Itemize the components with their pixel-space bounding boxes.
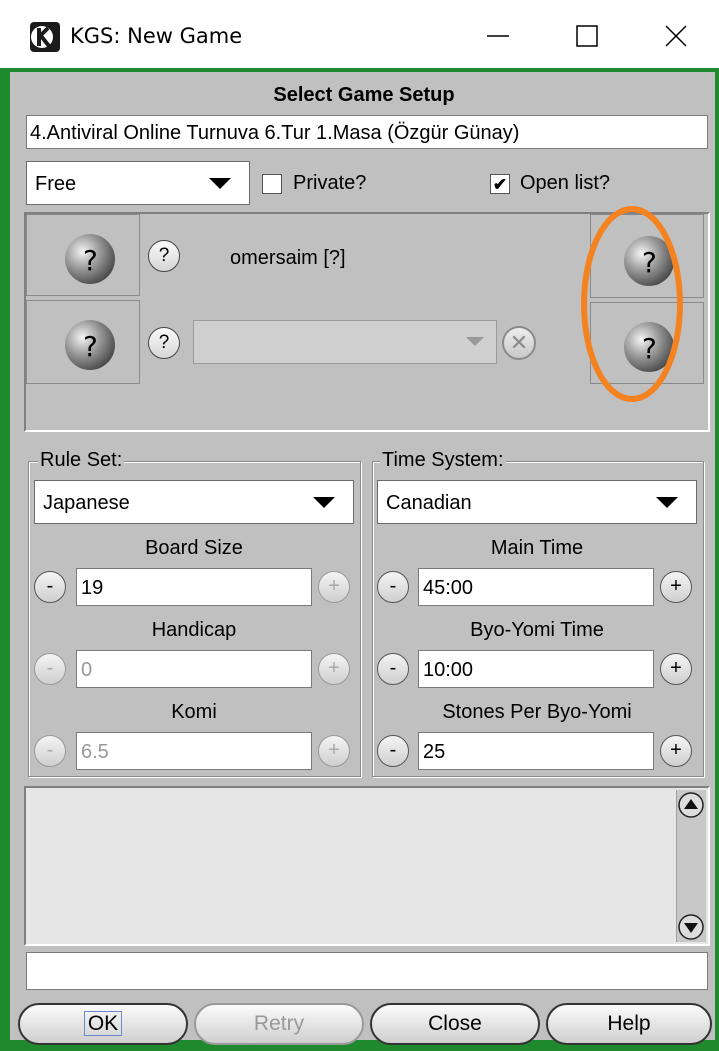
open-list-checkbox[interactable]: ✔ (490, 174, 510, 194)
byo-yomi-label: Byo-Yomi Time (470, 619, 604, 641)
message-area[interactable] (24, 786, 710, 946)
handicap-increment[interactable]: + (318, 653, 350, 685)
time-system-select[interactable]: Canadian (377, 480, 697, 524)
game-title-field[interactable]: 4.Antiviral Online Turnuva 6.Tur 1.Masa … (26, 115, 708, 149)
stones-field[interactable]: 25 (418, 732, 654, 770)
board-size-field[interactable]: 19 (76, 568, 312, 606)
close-icon (665, 25, 687, 47)
chevron-down-icon (656, 497, 678, 508)
ok-label: OK (83, 1011, 123, 1036)
check-mark-icon: ✔ (492, 175, 508, 194)
chevron-down-icon (209, 178, 231, 189)
rule-set-select[interactable]: Japanese (34, 480, 354, 524)
window-close-button[interactable] (641, 12, 711, 60)
byo-yomi-increment[interactable]: + (660, 653, 692, 685)
kgs-logo-icon (30, 22, 60, 52)
player1-avatar[interactable]: ? (26, 214, 140, 296)
rule-set-value: Japanese (43, 492, 130, 514)
time-system-value: Canadian (386, 492, 472, 514)
komi-field[interactable]: 6.5 (76, 732, 312, 770)
player1-name: omersaim [?] (230, 247, 346, 269)
close-button[interactable]: Close (370, 1003, 540, 1045)
help-icon: ? (158, 245, 170, 266)
remove-player-button[interactable]: ✕ (502, 326, 536, 360)
komi-label: Komi (171, 701, 217, 723)
open-list-label: Open list? (520, 172, 611, 194)
chat-input[interactable] (26, 952, 708, 990)
komi-decrement[interactable]: - (34, 735, 66, 767)
board-size-decrement[interactable]: - (34, 571, 66, 603)
handicap-decrement[interactable]: - (34, 653, 66, 685)
window-title: KGS: New Game (70, 24, 243, 48)
handicap-field[interactable]: 0 (76, 650, 312, 688)
player2-avatar[interactable]: ? (26, 300, 140, 384)
main-time-increment[interactable]: + (660, 571, 692, 603)
time-system-group-label: Time System: (380, 449, 506, 472)
ok-button[interactable]: OK (18, 1003, 188, 1045)
komi-increment[interactable]: + (318, 735, 350, 767)
handicap-label: Handicap (151, 619, 237, 641)
game-type-select[interactable]: Free (26, 161, 250, 205)
chevron-down-icon (313, 497, 335, 508)
minimize-icon (487, 35, 509, 37)
scroll-down-icon[interactable] (678, 914, 704, 940)
dialog-heading: Select Game Setup (273, 84, 455, 106)
private-label: Private? (293, 172, 367, 194)
help-button[interactable]: Help (546, 1003, 712, 1045)
retry-button[interactable]: Retry (194, 1003, 364, 1045)
stones-decrement[interactable]: - (377, 735, 409, 767)
player2-select[interactable] (193, 320, 497, 364)
player1-help-button[interactable]: ? (148, 240, 180, 272)
game-type-value: Free (35, 173, 77, 195)
player2-help-button[interactable]: ? (148, 327, 180, 359)
scroll-up-icon[interactable] (678, 792, 704, 818)
minimize-button[interactable] (463, 12, 533, 60)
help-icon: ? (158, 332, 170, 353)
rule-set-group-label: Rule Set: (38, 449, 125, 472)
byo-yomi-decrement[interactable]: - (377, 653, 409, 685)
svg-text:?: ? (83, 330, 98, 363)
private-checkbox[interactable] (262, 174, 282, 194)
stones-per-byo-yomi-label: Stones Per Byo-Yomi (442, 701, 632, 723)
unknown-user-icon: ? (65, 320, 115, 370)
stones-increment[interactable]: + (660, 735, 692, 767)
main-time-decrement[interactable]: - (377, 571, 409, 603)
annotation-ellipse (581, 206, 683, 402)
maximize-button[interactable] (552, 12, 622, 60)
board-size-increment[interactable]: + (318, 571, 350, 603)
unknown-user-icon: ? (65, 234, 115, 284)
board-size-label: Board Size (145, 537, 243, 559)
maximize-icon (576, 25, 598, 47)
svg-text:?: ? (83, 244, 98, 277)
main-time-field[interactable]: 45:00 (418, 568, 654, 606)
remove-icon: ✕ (509, 330, 529, 355)
byo-yomi-field[interactable]: 10:00 (418, 650, 654, 688)
chevron-down-icon (466, 337, 484, 346)
main-time-label: Main Time (490, 537, 584, 559)
